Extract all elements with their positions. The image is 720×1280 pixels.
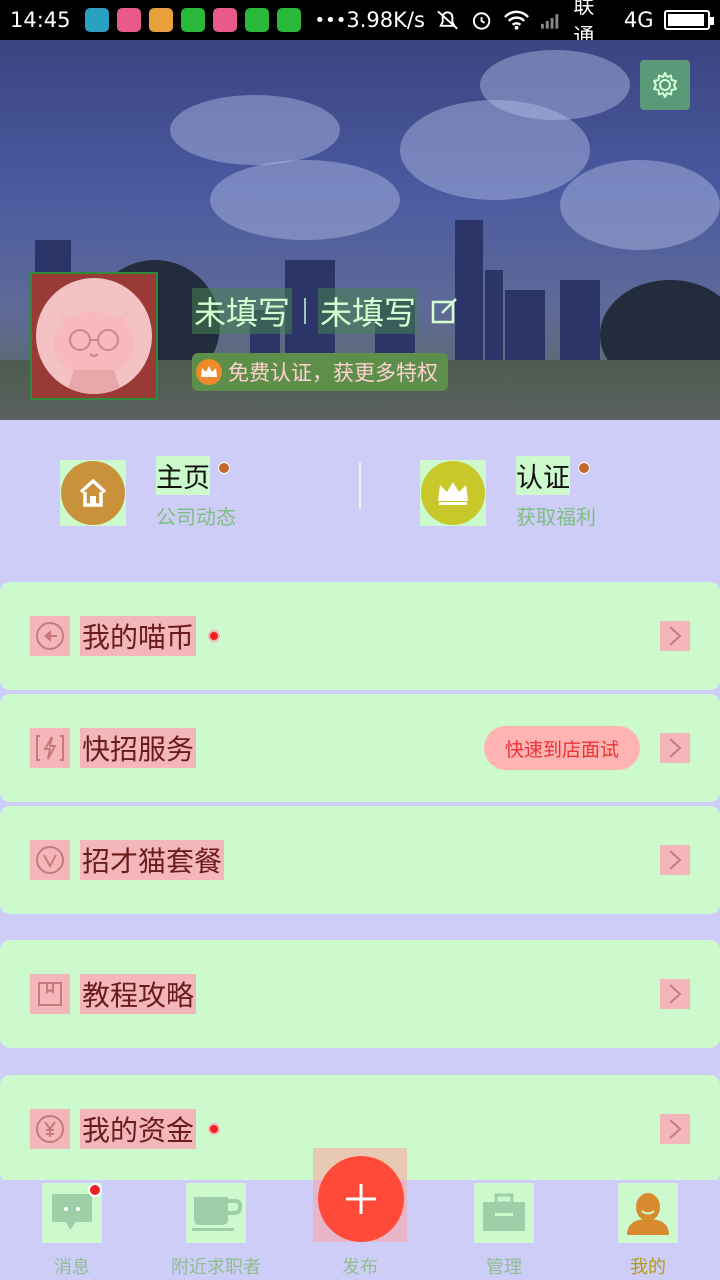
chevron-right-icon [660, 979, 690, 1009]
menu-item-quick-hire[interactable]: 快招服务 快速到店面试 [0, 694, 720, 802]
edit-icon[interactable] [430, 296, 460, 326]
chevron-right-icon [660, 621, 690, 651]
message-icon [244, 8, 269, 32]
menu-label: 我的喵币 [80, 616, 197, 656]
menu-item-coins[interactable]: 我的喵币 [0, 582, 720, 690]
profile-header: 未填写 未填写 免费认证，获更多特权 [0, 40, 720, 420]
home-title: 主页 [156, 456, 210, 495]
menu-label: 我的资金 [80, 1109, 197, 1149]
menu-label: 快招服务 [80, 728, 197, 768]
cat-avatar-icon [54, 310, 134, 394]
quick-divider [359, 462, 361, 508]
crown-icon [196, 359, 222, 385]
notification-icons: ••• [84, 8, 347, 32]
crown-icon [421, 461, 485, 525]
home-icon [61, 461, 125, 525]
signal-icon [541, 14, 559, 29]
net-speed: 3.98K/s [346, 8, 425, 32]
tab-messages[interactable]: 消息 [0, 1180, 144, 1280]
chevron-right-icon [660, 845, 690, 875]
tab-label: 我的 [630, 1257, 666, 1278]
shield-app-icon [84, 8, 109, 32]
unread-dot [208, 630, 221, 642]
position-name: 未填写 [318, 288, 419, 334]
new-dot [578, 461, 590, 474]
battery-icon [663, 10, 715, 30]
more-notifications-icon: ••• [314, 9, 347, 31]
home-subtitle: 公司动态 [156, 505, 236, 529]
menu-label: 教程攻略 [80, 974, 197, 1014]
publish-button[interactable] [318, 1156, 404, 1242]
briefcase-icon [483, 1193, 525, 1231]
yuan-icon [30, 1109, 70, 1149]
chevron-right-icon [660, 1114, 690, 1144]
menu-item-tutorials[interactable]: 教程攻略 [0, 940, 720, 1048]
coin-icon [30, 616, 70, 656]
status-bar: 14:45 ••• 3.98K/s 联通 4G [0, 0, 720, 48]
mute-icon [437, 10, 458, 30]
person-icon [627, 1193, 669, 1235]
promo-tag: 快速到店面试 [484, 726, 640, 770]
tab-me[interactable]: 我的 [576, 1180, 720, 1280]
tab-nearby[interactable]: 附近求职者 [144, 1180, 288, 1280]
tab-label: 消息 [54, 1257, 90, 1278]
certification-text: 免费认证，获更多特权 [228, 361, 438, 385]
wechat-icon [180, 8, 205, 32]
profile-name-row[interactable]: 未填写 未填写 [192, 288, 460, 334]
plus-icon [346, 1184, 376, 1214]
tab-label: 发布 [342, 1257, 378, 1278]
wechat-icon [276, 8, 301, 32]
company-name: 未填写 [192, 288, 293, 334]
wifi-icon [504, 10, 530, 30]
tab-label: 附近求职者 [171, 1257, 261, 1278]
certification-banner[interactable]: 免费认证，获更多特权 [192, 353, 448, 391]
certification-entry[interactable]: 认证 获取福利 [420, 456, 596, 530]
tab-manage[interactable]: 管理 [432, 1180, 576, 1280]
book-icon [30, 974, 70, 1014]
tab-label: 管理 [486, 1257, 522, 1278]
gear-icon [653, 72, 677, 98]
alarm-icon [472, 12, 491, 30]
mail-icon [148, 8, 173, 32]
chat-icon [52, 1194, 92, 1230]
chevron-right-icon [660, 733, 690, 763]
avatar[interactable] [30, 272, 158, 400]
app-icon [212, 8, 237, 32]
network-type: 4G [623, 8, 654, 32]
quick-entries: 主页 公司动态 认证 获取福利 [0, 420, 720, 560]
status-time: 14:45 [10, 8, 71, 32]
name-divider [304, 298, 307, 324]
unread-badge [88, 1183, 102, 1197]
unread-dot [208, 1123, 221, 1135]
package-icon [30, 840, 70, 880]
certification-subtitle: 获取福利 [516, 505, 596, 529]
app-icon [116, 8, 141, 32]
new-dot [218, 461, 230, 474]
settings-button[interactable] [640, 60, 690, 110]
menu-label: 招才猫套餐 [80, 840, 225, 880]
lightning-icon [30, 728, 70, 768]
menu-item-packages[interactable]: 招才猫套餐 [0, 806, 720, 914]
home-entry[interactable]: 主页 公司动态 [60, 456, 236, 530]
coffee-cup-icon [192, 1197, 242, 1231]
certification-title: 认证 [516, 456, 570, 495]
